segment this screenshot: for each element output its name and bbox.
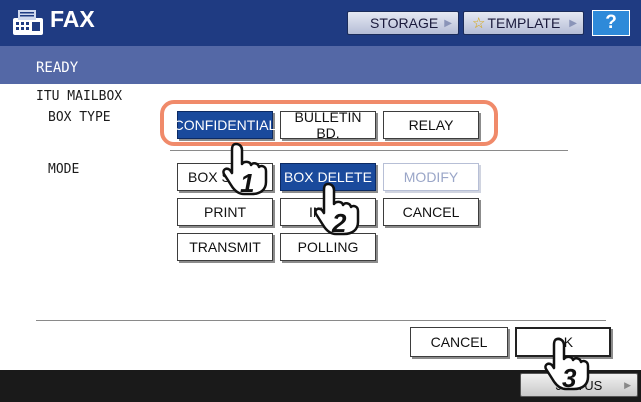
step-number-1: 1 [240, 168, 254, 196]
hand-pointer-icon: 1 [222, 142, 268, 196]
chevron-right-icon: ▶ [624, 379, 631, 390]
footer-divider [36, 320, 606, 321]
itu-mailbox-label: ITU MAILBOX [36, 89, 123, 104]
hand-pointer-icon: 2 [314, 182, 360, 236]
polling-button[interactable]: POLLING [280, 233, 376, 261]
modify-button[interactable]: MODIFY [383, 163, 479, 191]
cancel-button[interactable]: CANCEL [410, 327, 508, 357]
status-bar [0, 46, 641, 84]
transmit-button[interactable]: TRANSMIT [177, 233, 273, 261]
template-button[interactable]: ☆ TEMPLATE ▶ [463, 11, 584, 35]
status-text: READY [36, 60, 79, 76]
chevron-right-icon: ▶ [569, 18, 577, 29]
storage-label: STORAGE [370, 15, 439, 31]
box-type-highlight [160, 100, 498, 146]
storage-button[interactable]: STORAGE ▶ [347, 11, 459, 35]
help-button[interactable]: ? [592, 10, 630, 36]
print-button[interactable]: PRINT [177, 198, 273, 226]
fax-machine-icon [13, 10, 43, 35]
mode-label: MODE [48, 162, 80, 177]
hand-pointer-icon: 3 [544, 337, 590, 391]
app-title: FAX [50, 6, 95, 32]
template-label: TEMPLATE [487, 15, 561, 31]
step-number-2: 2 [331, 208, 347, 236]
step-number-3: 3 [562, 363, 577, 391]
box-type-label: BOX TYPE [48, 110, 111, 125]
chevron-right-icon: ▶ [444, 18, 452, 29]
star-icon: ☆ [472, 15, 486, 32]
mode-cancel-button[interactable]: CANCEL [383, 198, 479, 226]
